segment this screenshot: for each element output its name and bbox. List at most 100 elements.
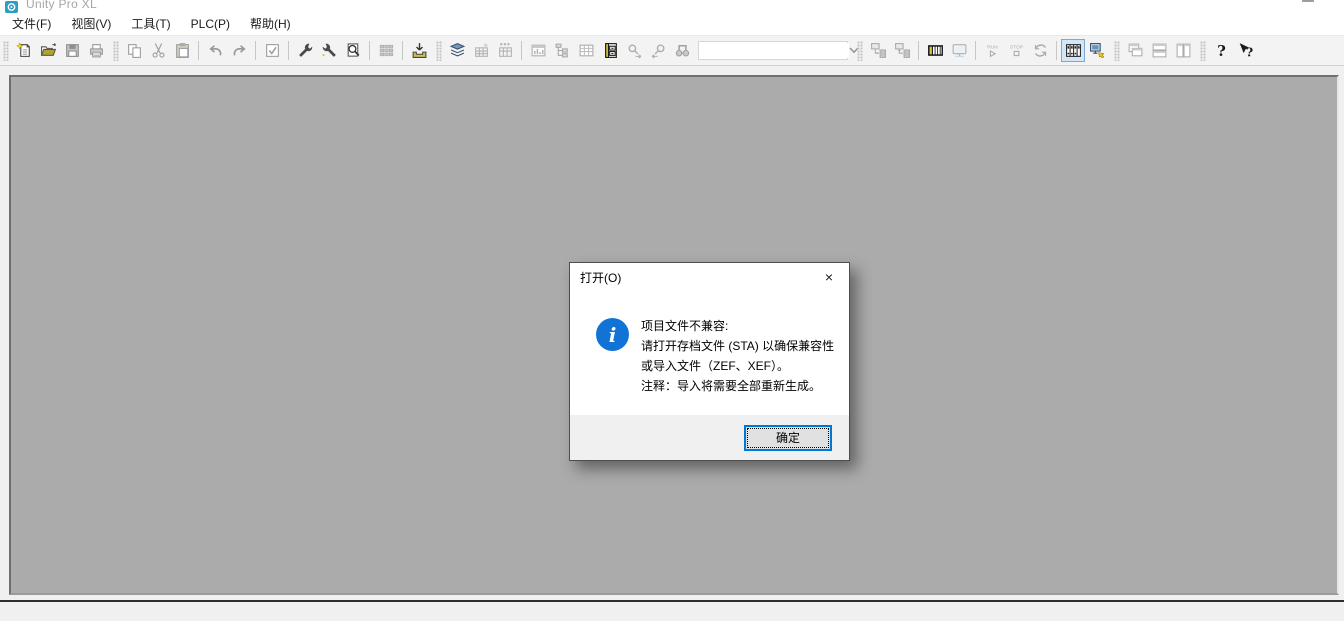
message-line: 项目文件不兼容: [641, 316, 834, 336]
cascade-windows-button [1123, 39, 1147, 62]
tree-icon [554, 42, 571, 59]
toolbar-separator [402, 41, 403, 60]
table-icon [578, 42, 595, 59]
toolbar-separator [288, 41, 289, 60]
search-combobox[interactable] [698, 41, 848, 60]
window-title: Unity Pro XL [26, 0, 97, 11]
menu-plc[interactable]: PLC(P) [181, 14, 240, 35]
minimize-icon[interactable] [1302, 0, 1314, 2]
simulation-mode-button[interactable] [1061, 39, 1085, 62]
context-help-icon: ? [1237, 42, 1254, 59]
dialog-title-bar[interactable]: 打开(O) × [570, 263, 849, 292]
info-icon: i [596, 318, 629, 351]
import-file-button[interactable] [407, 39, 431, 62]
menu-file[interactable]: 文件(F) [2, 14, 61, 35]
tile-v-icon [1175, 42, 1192, 59]
hw-window-icon [530, 42, 547, 59]
plc-configuration-button[interactable] [923, 39, 947, 62]
close-icon[interactable]: × [809, 263, 849, 292]
toolbar-separator [975, 41, 976, 60]
ok-button[interactable]: 确定 [744, 425, 832, 451]
toolbar-grip[interactable] [857, 41, 863, 61]
copy-icon [126, 42, 143, 59]
redo-button [227, 39, 251, 62]
import-icon [411, 42, 428, 59]
cabinet-icon [602, 42, 619, 59]
analyze-icon [297, 42, 314, 59]
toolbar-grip[interactable] [436, 41, 442, 61]
svg-text:?: ? [1245, 46, 1252, 59]
search-prev-icon [650, 42, 667, 59]
message-line: 注释：导入将需要全部重新生成。 [641, 376, 834, 396]
toolbar-grip[interactable] [113, 41, 119, 61]
toolbar-separator [521, 41, 522, 60]
app-icon [5, 0, 18, 12]
grid-new-icon [473, 42, 490, 59]
copy-button [122, 39, 146, 62]
tile-vertical-button [1171, 39, 1195, 62]
paste-button [170, 39, 194, 62]
toolbar: RUN STOP?? [0, 35, 1344, 66]
print-button [84, 39, 108, 62]
unity-pro-window: Unity Pro XL 文件(F)视图(V)工具(T)PLC(P)帮助(H) … [0, 0, 1344, 621]
menu-help[interactable]: 帮助(H) [240, 14, 301, 35]
tile-h-icon [1151, 42, 1168, 59]
screen-icon [951, 42, 968, 59]
menu-view[interactable]: 视图(V) [61, 14, 121, 35]
svg-text:RUN: RUN [987, 44, 998, 50]
tile-horizontal-button [1147, 39, 1171, 62]
help-button[interactable]: ? [1209, 39, 1233, 62]
svg-text:?: ? [1217, 42, 1226, 59]
print-icon [88, 42, 105, 59]
toolbar-separator [1056, 41, 1057, 60]
validate-button [260, 39, 284, 62]
types-library-button[interactable] [445, 39, 469, 62]
cascade-icon [1127, 42, 1144, 59]
data-grid-button [374, 39, 398, 62]
new-project-button[interactable] [12, 39, 36, 62]
toolbar-separator [369, 41, 370, 60]
library-browser-button[interactable] [598, 39, 622, 62]
open-project-button[interactable] [36, 39, 60, 62]
toolbar-separator [198, 41, 199, 60]
toolbar-separator [255, 41, 256, 60]
plc-animate-button [1028, 39, 1052, 62]
status-bar [0, 600, 1344, 621]
analyze-doc-icon [345, 42, 362, 59]
undo-icon [207, 42, 224, 59]
search-forward-button [622, 39, 646, 62]
net-pc-icon [1089, 42, 1106, 59]
analyze-project-button[interactable] [341, 39, 365, 62]
toolbar-separator [918, 41, 919, 60]
operator-screen-button [947, 39, 971, 62]
data-editor-button [574, 39, 598, 62]
redo-icon [231, 42, 248, 59]
find-icon [674, 42, 691, 59]
context-help-button[interactable]: ? [1233, 39, 1257, 62]
download-plc-icon [870, 42, 887, 59]
dialog-footer: 确定 [570, 415, 849, 460]
transfer-to-plc-button [866, 39, 890, 62]
title-bar[interactable]: Unity Pro XL [0, 0, 1344, 14]
save-icon [64, 42, 81, 59]
search-input[interactable] [699, 43, 849, 58]
toolbar-grip[interactable] [3, 41, 9, 61]
refresh-icon [1032, 42, 1049, 59]
analyze-button[interactable] [293, 39, 317, 62]
project-browser-button [550, 39, 574, 62]
grid-build-icon [497, 42, 514, 59]
rack-icon [927, 42, 944, 59]
stop-icon: STOP [1008, 42, 1025, 59]
new-section-button [469, 39, 493, 62]
run-icon: RUN [984, 42, 1001, 59]
svg-text:STOP: STOP [1009, 44, 1022, 50]
toolbar-grip[interactable] [1200, 41, 1206, 61]
open-dialog: 打开(O) × i 项目文件不兼容: 请打开存档文件 (STA) 以确保兼容性 … [569, 262, 850, 461]
upload-plc-icon [894, 42, 911, 59]
build-changes-button[interactable] [317, 39, 341, 62]
hardware-catalog-button [526, 39, 550, 62]
standard-mode-button[interactable] [1085, 39, 1109, 62]
toolbar-grip[interactable] [1114, 41, 1120, 61]
folder-open-icon [40, 42, 57, 59]
menu-tools[interactable]: 工具(T) [121, 14, 180, 35]
